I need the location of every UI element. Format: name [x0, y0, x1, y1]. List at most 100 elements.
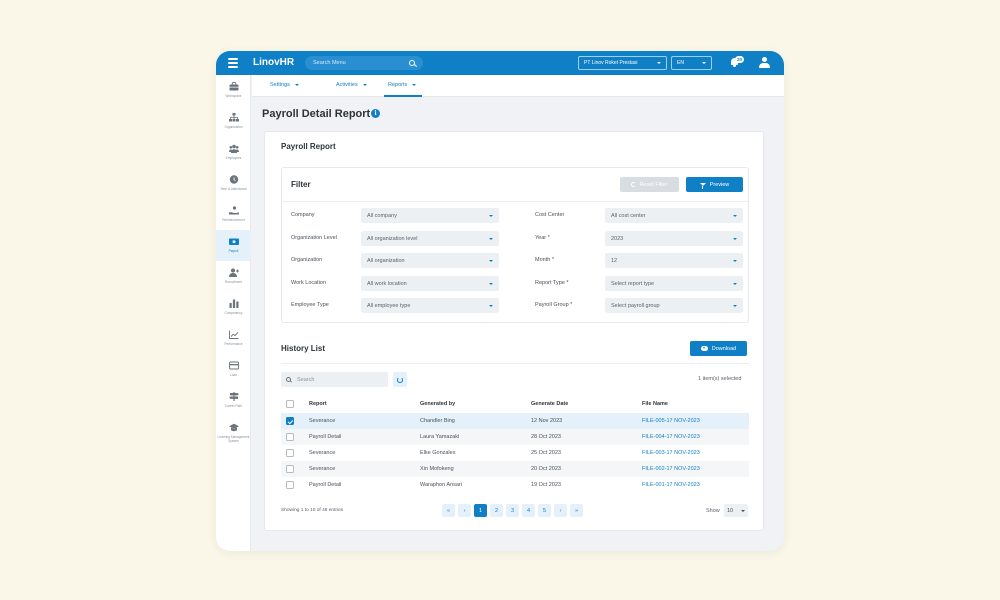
menu-search-input[interactable]: Search Menu — [305, 56, 423, 70]
signpost-icon — [228, 392, 239, 401]
chevron-down-icon — [733, 282, 737, 285]
file-link[interactable]: FILE-001-17 NOV-2023 — [642, 482, 700, 488]
sidebar-item-label: Workspace — [225, 94, 242, 98]
sidebar: Workspace Organization Employees Time & … — [216, 75, 251, 551]
column-header[interactable]: Generated by — [420, 401, 455, 407]
page-button-3[interactable]: 3 — [506, 504, 519, 517]
language-selector[interactable]: EN — [671, 56, 712, 70]
chevron-down-icon — [294, 84, 299, 86]
sidebar-item-workspace[interactable]: Workspace — [216, 75, 251, 106]
download-button[interactable]: Download — [690, 341, 747, 356]
sidebar-item-reimbursement[interactable]: Reimbursement — [216, 199, 251, 230]
reset-filter-button[interactable]: Reset Filter — [620, 177, 679, 192]
bar-chart-icon — [229, 299, 238, 308]
refresh-button[interactable] — [393, 372, 407, 387]
organization-level-select[interactable]: All organization level — [361, 231, 499, 246]
file-link[interactable]: FILE-004-17 NOV-2023 — [642, 434, 700, 440]
sidebar-item-learning-management[interactable]: Learning Management System — [216, 416, 251, 447]
cell-report: Severance — [309, 450, 336, 456]
user-avatar-icon[interactable] — [759, 57, 770, 69]
hamburger-menu-icon[interactable] — [228, 58, 238, 68]
table-row[interactable]: Severance Chandler Bing 12 Nov 2023 FILE… — [281, 413, 749, 429]
info-icon[interactable]: i — [371, 109, 380, 118]
brand-logo[interactable]: LinovHR — [253, 57, 294, 68]
graduation-cap-icon — [228, 423, 239, 432]
sidebar-item-recruitment[interactable]: Recruitment — [216, 261, 251, 292]
row-checkbox[interactable] — [286, 481, 294, 489]
sidebar-item-career-path[interactable]: Career Path — [216, 385, 251, 416]
preview-button[interactable]: Preview — [686, 177, 743, 192]
payroll-group-select[interactable]: Select payroll group — [605, 298, 743, 313]
hand-coin-icon — [228, 206, 239, 215]
table-row[interactable]: Payroll Detail Waraphon Ansari 19 Oct 20… — [281, 477, 749, 493]
cloud-download-icon — [700, 346, 708, 351]
company-select[interactable]: All company — [361, 208, 499, 223]
row-checkbox[interactable] — [286, 449, 294, 457]
sidebar-item-payroll[interactable]: Payroll — [216, 230, 251, 261]
row-checkbox[interactable] — [286, 433, 294, 441]
page-button-2[interactable]: 2 — [490, 504, 503, 517]
sidebar-item-label: Performance — [224, 342, 243, 346]
history-search-input[interactable]: Search — [281, 372, 388, 387]
column-header[interactable]: Report — [309, 401, 327, 407]
card-title: Payroll Report — [281, 142, 336, 151]
sidebar-item-loan[interactable]: Loan — [216, 354, 251, 385]
row-checkbox[interactable] — [286, 417, 294, 425]
organization-select[interactable]: All organization — [361, 253, 499, 268]
page-button-5[interactable]: 5 — [538, 504, 551, 517]
sidebar-item-employees[interactable]: Employees — [216, 137, 251, 168]
sidebar-item-organization[interactable]: Organization — [216, 106, 251, 137]
company-selector[interactable]: PT Linov Roket Prestasi — [578, 56, 667, 70]
sidebar-item-competency[interactable]: Competency — [216, 292, 251, 323]
divider — [281, 363, 749, 364]
table-row[interactable]: Severance Xin Mofokeng 20 Oct 2023 FILE-… — [281, 461, 749, 477]
sidebar-item-performance[interactable]: Performance — [216, 323, 251, 354]
sidebar-item-label: Career Path — [224, 404, 243, 408]
page-size-select[interactable]: 10 — [724, 504, 748, 517]
cell-generate-date: 25 Oct 2023 — [531, 450, 561, 456]
tab-activities[interactable]: Activities — [336, 82, 367, 88]
search-placeholder: Search — [297, 376, 315, 383]
filter-icon — [699, 183, 706, 189]
tab-reports-label: Reports — [388, 82, 408, 88]
file-link[interactable]: FILE-002-17 NOV-2023 — [642, 466, 700, 472]
last-page-button[interactable]: » — [570, 504, 583, 517]
column-header[interactable]: File Name — [642, 401, 668, 407]
file-link[interactable]: FILE-003-17 NOV-2023 — [642, 450, 700, 456]
first-page-button[interactable]: « — [442, 504, 455, 517]
field-label: Payroll Group * — [535, 302, 573, 308]
select-all-checkbox[interactable] — [286, 400, 294, 408]
preview-label: Preview — [709, 181, 730, 188]
report-type-select[interactable]: Select report type — [605, 276, 743, 291]
tab-reports[interactable]: Reports — [388, 82, 417, 88]
employee-type-select[interactable]: All employee type — [361, 298, 499, 313]
month-select[interactable]: 12 — [605, 253, 743, 268]
tab-settings[interactable]: Settings — [270, 82, 299, 88]
cell-generate-date: 19 Oct 2023 — [531, 482, 561, 488]
select-value: All organization level — [367, 235, 418, 242]
row-checkbox[interactable] — [286, 465, 294, 473]
cost-center-select[interactable]: All cost center — [605, 208, 743, 223]
column-header[interactable]: Generate Date — [531, 401, 568, 407]
work-location-select[interactable]: All work location — [361, 276, 499, 291]
refresh-icon — [631, 182, 637, 187]
select-value: All work location — [367, 280, 407, 287]
prev-page-button[interactable]: ‹ — [458, 504, 471, 517]
page-button-1[interactable]: 1 — [474, 504, 487, 517]
sidebar-item-label: Competency — [224, 311, 243, 315]
sidebar-item-time-attendance[interactable]: Time & Attendance — [216, 168, 251, 199]
search-icon[interactable] — [409, 60, 415, 66]
next-page-button[interactable]: › — [554, 504, 567, 517]
table-row[interactable]: Payroll Detail Laura Yamazaki 28 Oct 202… — [281, 429, 749, 445]
field-label: Organization — [291, 257, 323, 263]
active-tab-indicator — [384, 95, 422, 97]
tab-settings-label: Settings — [270, 82, 290, 88]
table-row[interactable]: Severance Elke Gonzales 25 Oct 2023 FILE… — [281, 445, 749, 461]
file-link[interactable]: FILE-005-17 NOV-2023 — [642, 418, 700, 424]
page-button-4[interactable]: 4 — [522, 504, 535, 517]
card-icon — [228, 361, 239, 370]
year-select[interactable]: 2023 — [605, 231, 743, 246]
page-title: Payroll Detail Report — [262, 108, 371, 120]
menu-search-placeholder: Search Menu — [313, 60, 346, 66]
cell-generated-by: Waraphon Ansari — [420, 482, 462, 488]
